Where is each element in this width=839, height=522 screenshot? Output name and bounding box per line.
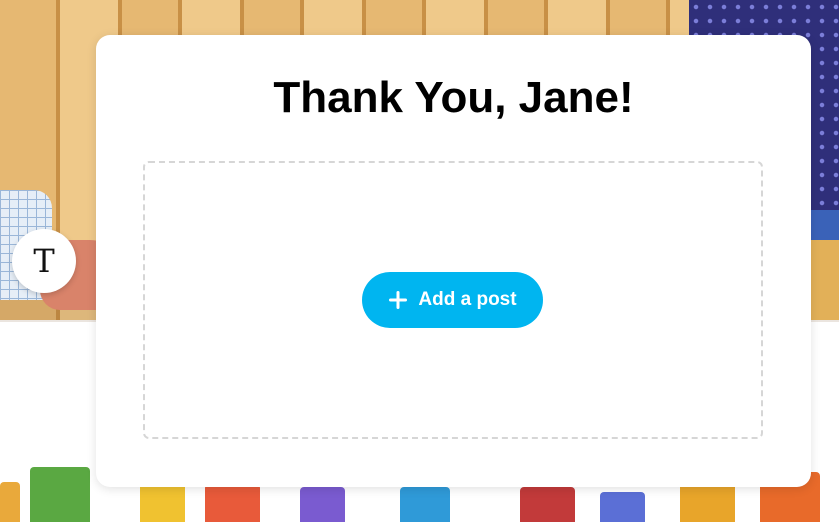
letter-shape xyxy=(680,482,735,522)
avatar[interactable]: T xyxy=(12,229,76,293)
add-post-label: Add a post xyxy=(418,289,517,310)
add-post-button[interactable]: Add a post xyxy=(362,272,543,328)
letter-shape xyxy=(30,467,90,522)
page-title: Thank You, Jane! xyxy=(273,73,634,122)
thank-you-card: Thank You, Jane! Add a post xyxy=(96,35,811,487)
letter-shape xyxy=(520,487,575,522)
letter-shape xyxy=(0,482,20,522)
letter-shape xyxy=(300,487,345,522)
letter-shape xyxy=(140,482,185,522)
avatar-initial: T xyxy=(33,242,55,280)
letter-shape xyxy=(205,484,260,522)
letter-shape xyxy=(400,487,450,522)
plus-icon xyxy=(388,290,408,310)
letter-shape xyxy=(600,492,645,522)
